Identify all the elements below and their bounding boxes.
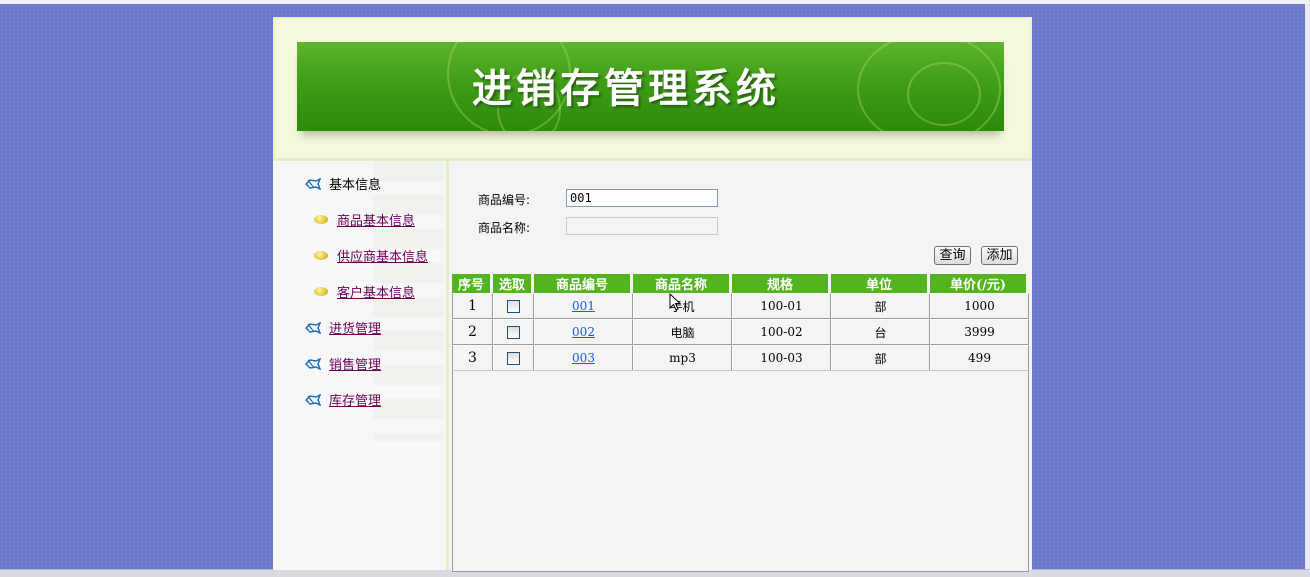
column-header: 序号 [452, 274, 493, 293]
vertical-scrollbar[interactable] [1305, 4, 1310, 569]
column-header: 规格 [732, 274, 831, 293]
sidebar-link-supplier-info[interactable]: 供应商基本信息 [337, 246, 428, 265]
sidebar-item-sales[interactable]: 销售管理 [305, 354, 381, 373]
product-code-link[interactable]: 002 [572, 325, 595, 339]
sidebar-item-product-info[interactable]: 商品基本信息 [314, 210, 415, 229]
product-name-cell: 电脑 [633, 319, 732, 345]
product-code-cell: 001 [534, 293, 633, 319]
column-header: 商品编号 [534, 274, 633, 293]
sidebar-link-customer-info[interactable]: 客户基本信息 [337, 282, 415, 301]
sidebar-item-basic-info[interactable]: 基本信息 [305, 174, 381, 193]
table-row: 2 002 电脑 100-02 台 3999 [452, 319, 1029, 345]
sidebar: 基本信息 商品基本信息 供应商基本信息 客户基本信息 进货管理 销售管理 库存管… [273, 161, 446, 570]
column-header: 商品名称 [633, 274, 732, 293]
row-select-cell [493, 293, 534, 319]
row-index: 1 [452, 293, 493, 319]
row-index: 2 [452, 319, 493, 345]
product-table: 序号 选取 商品编号 商品名称 规格 单位 单价(/元) 1 001 手机 10… [452, 274, 1029, 371]
sidebar-link-sales[interactable]: 销售管理 [329, 354, 381, 373]
row-select-cell [493, 345, 534, 371]
price-cell: 499 [930, 345, 1029, 371]
price-cell: 3999 [930, 319, 1029, 345]
row-checkbox[interactable] [507, 300, 520, 313]
product-code-input[interactable] [566, 189, 718, 207]
app-title: 进销存管理系统 [472, 65, 780, 112]
sidebar-item-customer-info[interactable]: 客户基本信息 [314, 282, 415, 301]
browser-top-edge [0, 0, 1310, 4]
table-row: 3 003 mp3 100-03 部 499 [452, 345, 1029, 371]
product-code-link[interactable]: 003 [572, 351, 595, 365]
product-code-link[interactable]: 001 [572, 299, 595, 313]
product-code-cell: 003 [534, 345, 633, 371]
row-select-cell [493, 319, 534, 345]
leaf-icon [314, 215, 328, 224]
sidebar-item-label: 基本信息 [329, 178, 382, 193]
column-header: 单价(/元) [930, 274, 1029, 293]
unit-cell: 部 [831, 345, 930, 371]
column-header: 选取 [493, 274, 534, 293]
fish-icon [305, 321, 321, 334]
spec-cell: 100-03 [732, 345, 831, 371]
product-code-label: 商品编号: [478, 193, 531, 207]
sidebar-link-product-info[interactable]: 商品基本信息 [337, 210, 415, 229]
product-name-label: 商品名称: [478, 221, 531, 235]
fish-icon [305, 357, 321, 370]
sidebar-item-inventory[interactable]: 库存管理 [305, 390, 381, 409]
price-cell: 1000 [930, 293, 1029, 319]
add-button[interactable]: 添加 [981, 246, 1018, 265]
fish-icon [305, 177, 321, 190]
unit-cell: 部 [831, 293, 930, 319]
row-checkbox[interactable] [507, 326, 520, 339]
leaf-icon [314, 287, 328, 296]
column-header: 单位 [831, 274, 930, 293]
product-name-input[interactable] [566, 217, 718, 235]
mouse-cursor-icon [669, 293, 681, 311]
header-banner: 进销存管理系统 [297, 42, 1004, 131]
product-name-cell: 手机 [633, 293, 732, 319]
row-checkbox[interactable] [507, 352, 520, 365]
sidebar-link-purchase[interactable]: 进货管理 [329, 318, 381, 337]
unit-cell: 台 [831, 319, 930, 345]
main-content: 商品编号: 商品名称: 查询 添加 序号 选取 商品编号 商品名称 规格 单位 … [449, 161, 1032, 572]
table-header-row: 序号 选取 商品编号 商品名称 规格 单位 单价(/元) [452, 274, 1029, 293]
sidebar-item-purchase[interactable]: 进货管理 [305, 318, 381, 337]
spec-cell: 100-02 [732, 319, 831, 345]
query-button[interactable]: 查询 [934, 246, 971, 265]
leaf-icon [314, 251, 328, 260]
sidebar-item-supplier-info[interactable]: 供应商基本信息 [314, 246, 428, 265]
sidebar-link-inventory[interactable]: 库存管理 [329, 390, 381, 409]
app-frame: 进销存管理系统 基本信息 商品基本信息 供应商基本信息 客户基本信息 进货管理 … [273, 17, 1032, 572]
table-row: 1 001 手机 100-01 部 1000 [452, 293, 1029, 319]
row-index: 3 [452, 345, 493, 371]
table-empty-area [452, 370, 1029, 572]
header-area: 进销存管理系统 [273, 17, 1032, 160]
product-name-cell: mp3 [633, 345, 732, 371]
product-code-cell: 002 [534, 319, 633, 345]
spec-cell: 100-01 [732, 293, 831, 319]
fish-icon [305, 393, 321, 406]
